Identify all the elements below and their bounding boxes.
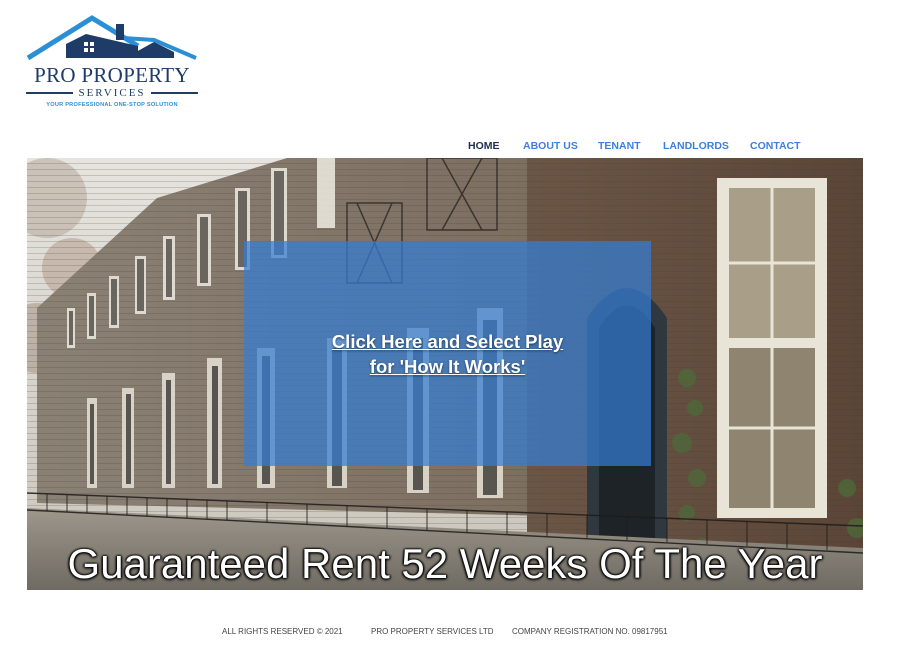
logo-title: PRO PROPERTY <box>34 63 190 87</box>
logo-subtitle-row: SERVICES <box>26 86 199 100</box>
footer: ALL RIGHTS RESERVED © 2021 PRO PROPERTY … <box>0 627 900 639</box>
footer-company: PRO PROPERTY SERVICES LTD <box>371 627 494 636</box>
house-roof-logo-icon <box>26 15 197 61</box>
how-it-works-overlay: Click Here and Select Play for 'How It W… <box>244 241 651 466</box>
hero-headline: Guaranteed Rent 52 Weeks Of The Year <box>67 540 823 587</box>
logo-divider-right <box>150 92 199 94</box>
footer-rights: ALL RIGHTS RESERVED © 2021 <box>222 627 343 636</box>
logo-tagline: YOUR PROFESSIONAL ONE-STOP SOLUTION <box>46 102 178 108</box>
site-logo[interactable]: PRO PROPERTY SERVICES YOUR PROFESSIONAL … <box>26 14 199 112</box>
nav-about-us[interactable]: ABOUT US <box>523 140 578 152</box>
how-it-works-link-line1: Click Here and Select Play <box>331 331 564 352</box>
logo-subtitle: SERVICES <box>78 87 146 99</box>
logo-divider-left <box>26 92 74 94</box>
nav-home[interactable]: HOME <box>468 140 500 152</box>
footer-registration: COMPANY REGISTRATION NO. 09817951 <box>512 627 668 636</box>
nav-tenant[interactable]: TENANT <box>598 140 641 152</box>
how-it-works-link-line2: for 'How It Works' <box>369 356 526 377</box>
how-it-works-link[interactable]: Click Here and Select Play for 'How It W… <box>244 329 651 379</box>
nav-landlords[interactable]: LANDLORDS <box>663 140 729 152</box>
nav-contact[interactable]: CONTACT <box>750 140 801 152</box>
hero-banner: Click Here and Select Play for 'How It W… <box>27 158 863 590</box>
